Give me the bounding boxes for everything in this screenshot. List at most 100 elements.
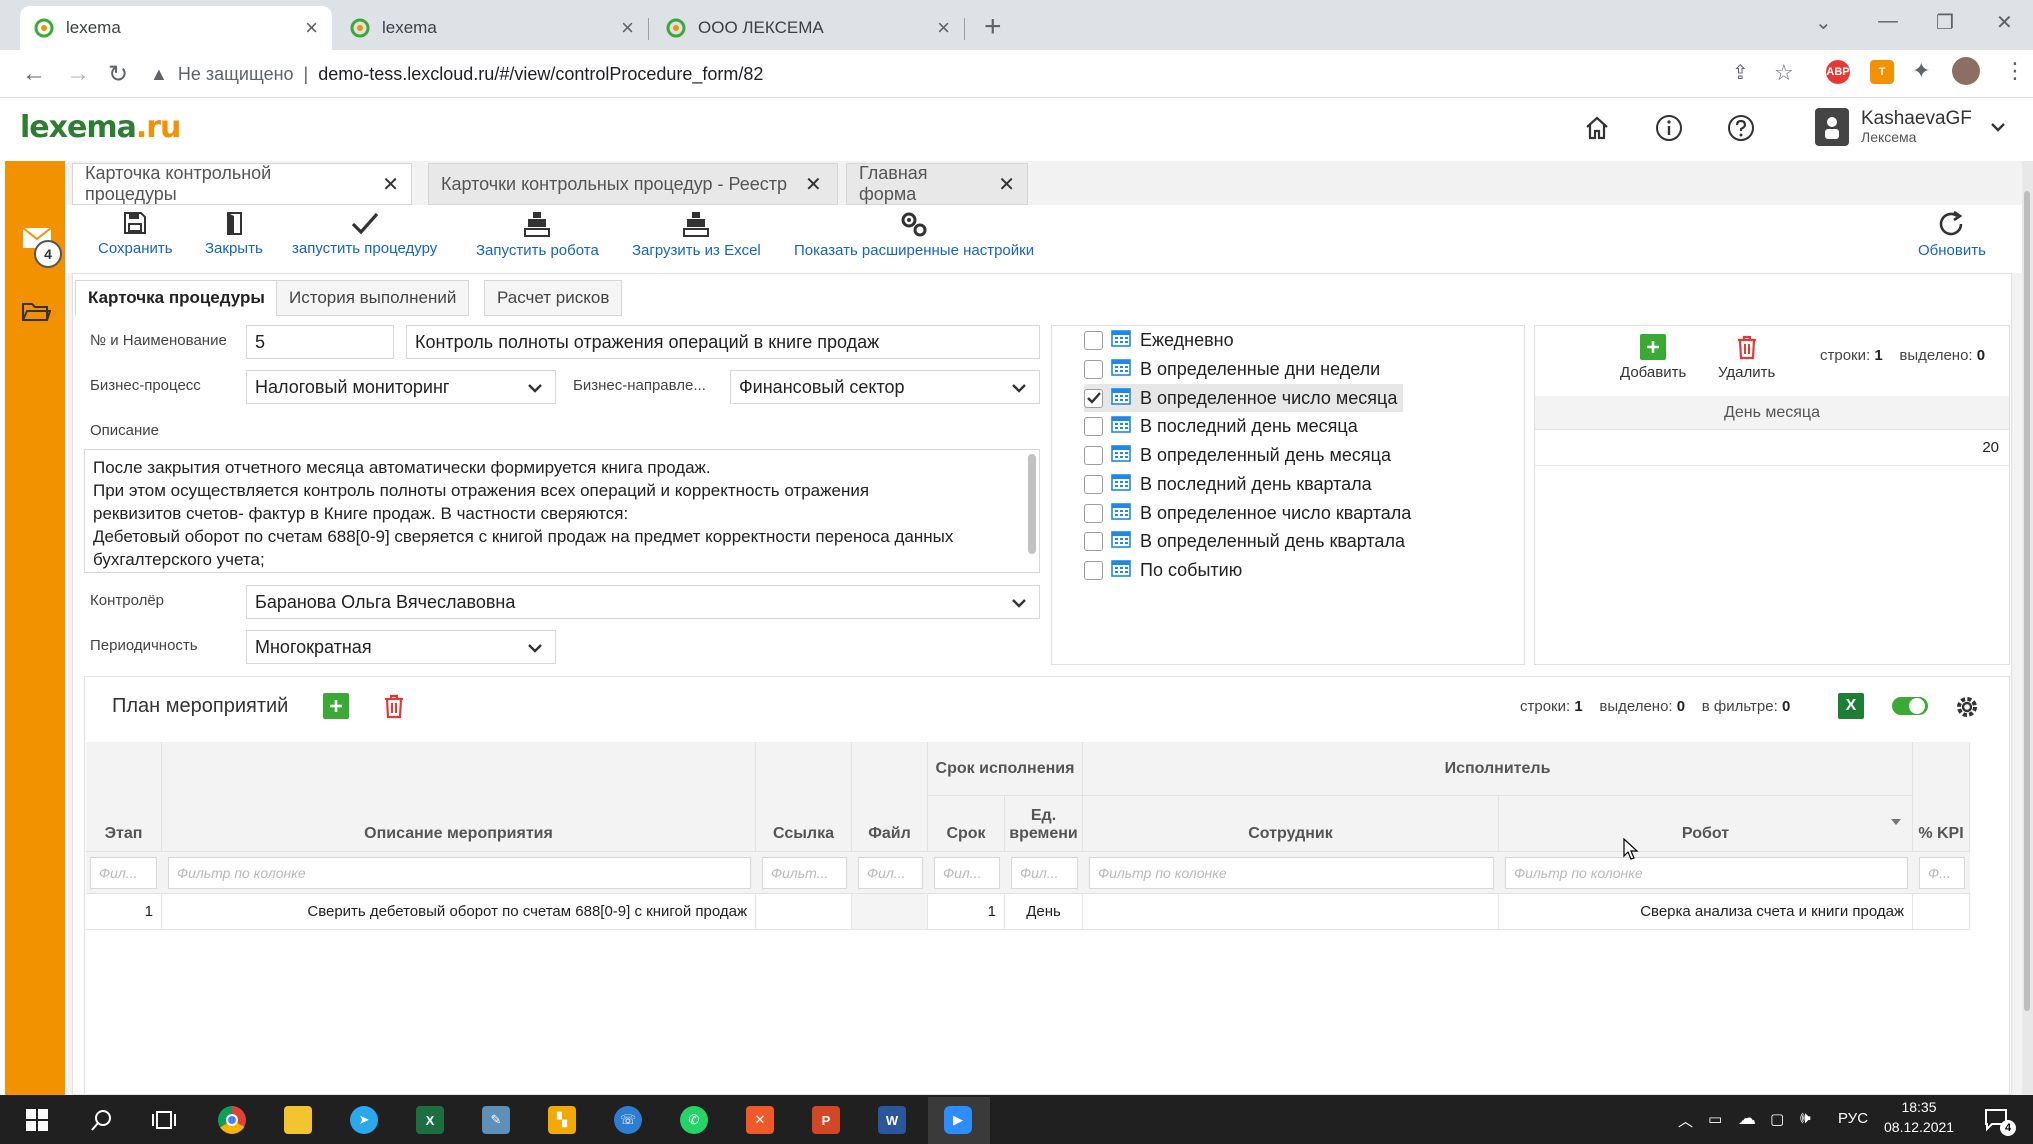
settings-gear-icon[interactable] <box>1954 694 1980 720</box>
periodicity-option[interactable]: В последний день месяца <box>1084 412 1358 440</box>
checkbox-icon[interactable] <box>1084 503 1103 523</box>
search-icon[interactable] <box>90 1108 114 1132</box>
periodicity-option[interactable]: В определенные дни недели <box>1084 355 1380 383</box>
checkbox-icon[interactable] <box>1084 560 1103 580</box>
periodicity-select[interactable]: Многократная <box>246 630 556 664</box>
filter-unit-input[interactable]: Фил... <box>1011 857 1078 889</box>
day-of-month-column-header[interactable]: День месяца <box>1535 396 2009 430</box>
new-tab-plus-icon[interactable]: + <box>984 10 1002 44</box>
subtab-execution-history[interactable]: История выполнений <box>276 280 470 316</box>
column-robot[interactable]: Робот <box>1499 796 1913 852</box>
language-indicator[interactable]: РУС <box>1838 1110 1868 1127</box>
form-tab-registry[interactable]: Карточки контрольных процедур - Реестр ✕ <box>428 163 838 205</box>
windows-start-icon[interactable] <box>26 1109 48 1131</box>
delete-row-trash-icon[interactable] <box>382 693 406 719</box>
extensions-puzzle-icon[interactable]: ✦ <box>1912 58 1930 84</box>
delete-day-button[interactable]: Удалить <box>1718 334 1775 381</box>
subtab-risk-calculation[interactable]: Расчет рисков <box>484 280 623 316</box>
close-icon[interactable]: ✕ <box>998 172 1015 197</box>
excel-icon[interactable]: X <box>416 1106 444 1134</box>
forward-arrow-icon[interactable]: → <box>66 60 90 88</box>
file-explorer-icon[interactable] <box>284 1106 312 1134</box>
word-icon[interactable]: W <box>878 1106 906 1134</box>
controller-select[interactable]: Баранова Ольга Вячеславовна <box>246 585 1040 619</box>
save-button[interactable]: Сохранить <box>98 210 173 257</box>
form-tab-procedure-card[interactable]: Карточка контрольной процедуры ✕ <box>72 163 412 205</box>
filter-employee-input[interactable]: Фильтр по колонке <box>1089 857 1494 889</box>
sticky-app-icon[interactable]: ▚ <box>548 1106 576 1134</box>
close-icon[interactable]: ✕ <box>382 172 399 197</box>
share-icon[interactable]: ⇪ <box>1732 60 1749 85</box>
column-file[interactable]: Файл <box>852 742 928 852</box>
column-link[interactable]: Ссылка <box>756 742 852 852</box>
browser-tab-lexema-2[interactable]: lexema × <box>336 6 649 50</box>
whatsapp-icon[interactable]: ✆ <box>680 1106 708 1134</box>
procedure-name-field[interactable]: Контроль полноты отражения операций в кн… <box>406 325 1040 359</box>
filter-term-input[interactable]: Фил... <box>934 857 1000 889</box>
pen-app-icon[interactable]: ✎ <box>482 1106 510 1134</box>
add-day-button[interactable]: Добавить <box>1620 334 1686 381</box>
checkbox-icon[interactable] <box>1084 416 1103 436</box>
lexema-logo[interactable]: lexema.ru <box>20 110 181 145</box>
checkbox-icon[interactable] <box>1084 330 1103 350</box>
filter-robot-input[interactable]: Фильтр по колонке <box>1505 857 1908 889</box>
user-menu[interactable]: KashaevaGF Лексема <box>1815 108 2006 146</box>
periodicity-option[interactable]: В определенный день квартала <box>1084 527 1405 555</box>
column-description[interactable]: Описание мероприятия <box>162 742 756 852</box>
periodicity-option[interactable]: Ежедневно <box>1084 326 1234 354</box>
close-tab-icon[interactable]: × <box>305 15 318 41</box>
help-icon[interactable] <box>1726 113 1756 143</box>
telegram-icon[interactable]: ➤ <box>350 1106 378 1134</box>
business-direction-select[interactable]: Финансовый сектор <box>730 370 1040 404</box>
browser-tab-lexema-ooo[interactable]: ООО ЛЕКСЕМА × <box>652 6 965 50</box>
chrome-icon[interactable] <box>218 1106 246 1134</box>
periodicity-option[interactable]: В определенное число месяца <box>1084 384 1404 412</box>
powerpoint-icon[interactable]: P <box>812 1106 840 1134</box>
folder-icon[interactable] <box>21 300 51 324</box>
form-tab-main[interactable]: Главная форма ✕ <box>846 163 1028 205</box>
procedure-number-field[interactable]: 5 <box>246 325 394 359</box>
run-robot-button[interactable]: Запустить робота <box>476 210 599 259</box>
back-arrow-icon[interactable]: ← <box>22 60 46 88</box>
day-of-month-row[interactable]: 20 <box>1535 430 2009 466</box>
restore-icon[interactable]: ❐ <box>1936 10 1954 35</box>
volume-icon[interactable]: 🕪 <box>1800 1108 1811 1128</box>
add-row-plus-icon[interactable] <box>323 693 349 719</box>
cloud-icon[interactable]: ☁ <box>1738 1108 1756 1129</box>
xmind-icon[interactable]: ✕ <box>746 1106 774 1134</box>
network-icon[interactable]: ▢ <box>1770 1110 1784 1128</box>
column-time-unit[interactable]: Ед. времени <box>1005 796 1083 852</box>
checkbox-icon[interactable] <box>1084 359 1103 379</box>
profile-avatar-icon[interactable] <box>1952 57 1980 85</box>
browser-tab-lexema-1[interactable]: lexema × <box>20 6 332 50</box>
address-bar[interactable]: ▲ Не защищено | demo-tess.lexcloud.ru/#/… <box>150 56 1770 92</box>
checkbox-icon[interactable] <box>1084 531 1103 551</box>
window-close-icon[interactable]: ✕ <box>1996 10 2013 35</box>
clock[interactable]: 18:35 08.12.2021 <box>1884 1099 1954 1135</box>
periodicity-option[interactable]: В последний день квартала <box>1084 470 1372 498</box>
business-process-select[interactable]: Налоговый мониторинг <box>246 370 556 404</box>
url-text[interactable]: demo-tess.lexcloud.ru/#/view/controlProc… <box>318 64 763 85</box>
checkbox-icon[interactable] <box>1084 474 1103 494</box>
checkbox-checked-icon[interactable] <box>1084 388 1103 408</box>
close-tab-icon[interactable]: × <box>621 15 634 41</box>
periodicity-option[interactable]: В определенный день месяца <box>1084 441 1391 469</box>
tab-search-chevron-icon[interactable]: ⌄ <box>1815 10 1832 35</box>
browser-menu-icon[interactable]: ⋮ <box>2004 58 2026 84</box>
close-icon[interactable]: ✕ <box>805 172 822 197</box>
periodicity-option[interactable]: По событию <box>1084 556 1242 584</box>
minimize-icon[interactable]: — <box>1878 10 1898 33</box>
home-icon[interactable] <box>1582 113 1612 143</box>
adblock-extension-icon[interactable]: ABP <box>1826 60 1850 84</box>
run-procedure-button[interactable]: запустить процедуру <box>292 210 437 257</box>
periodicity-option[interactable]: В определенное число квартала <box>1084 499 1411 527</box>
reload-icon[interactable]: ↻ <box>108 60 128 89</box>
subtab-procedure-card[interactable]: Карточка процедуры <box>75 280 278 316</box>
column-kpi[interactable]: % KPI <box>1913 742 1970 852</box>
tray-chevron-up-icon[interactable]: ︿ <box>1678 1110 1693 1131</box>
filter-kpi-input[interactable]: Ф... <box>1919 857 1965 889</box>
load-excel-button[interactable]: Загрузить из Excel <box>632 210 761 259</box>
filter-link-input[interactable]: Фильт... <box>762 857 847 889</box>
description-textarea[interactable]: После закрытия отчетного месяца автомати… <box>84 449 1040 573</box>
column-employee[interactable]: Сотрудник <box>1083 796 1499 852</box>
